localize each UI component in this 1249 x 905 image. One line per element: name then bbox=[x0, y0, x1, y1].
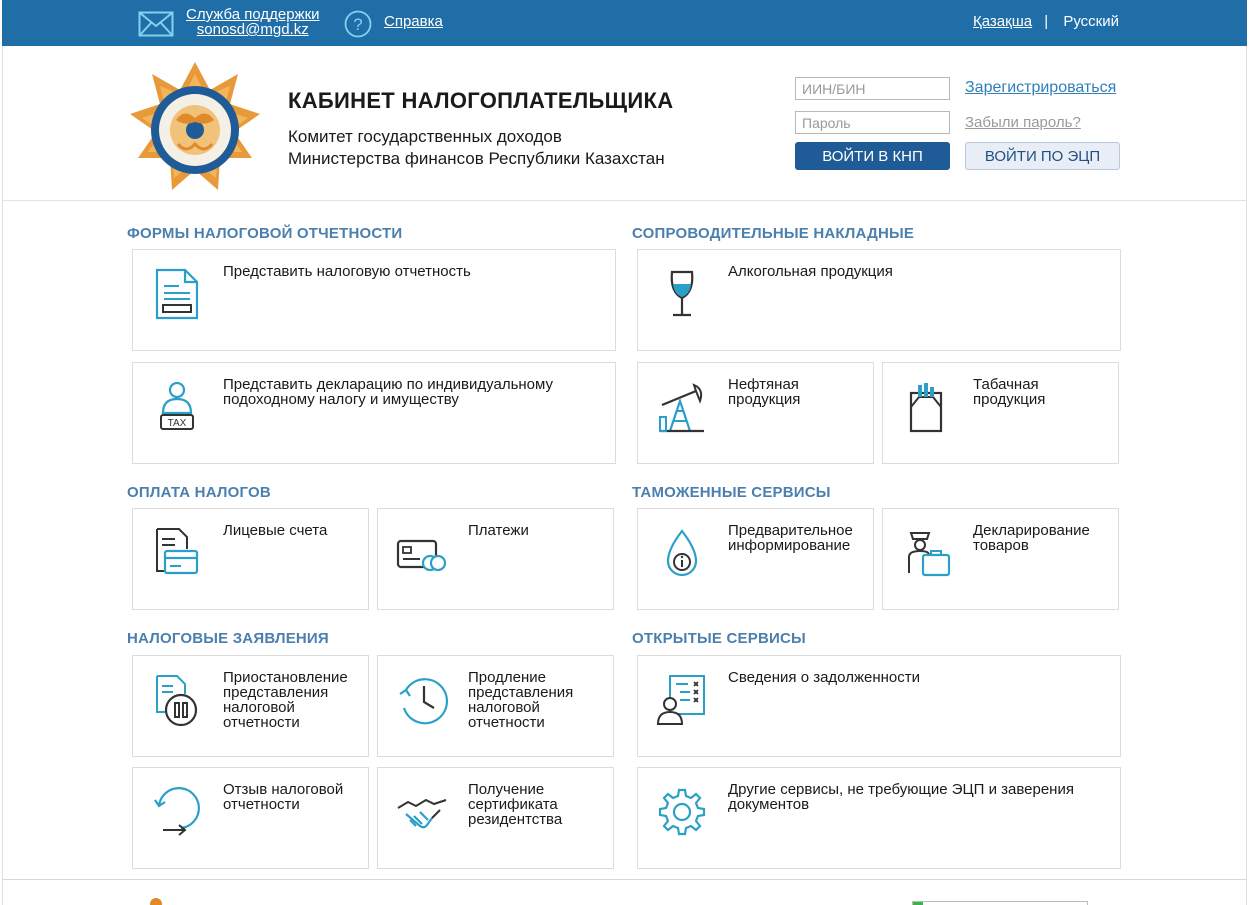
customs-officer-suitcase-icon bbox=[908, 532, 951, 577]
card-label: Алкогольная продукция bbox=[728, 263, 893, 280]
lang-russian-current[interactable]: Русский bbox=[1063, 13, 1119, 30]
subtitle-committee: Комитет государственных доходов bbox=[288, 127, 562, 146]
frame-border-left bbox=[2, 46, 3, 905]
card-label: Представить налоговую отчетность bbox=[223, 263, 471, 280]
card-suspension[interactable]: Приостановление представления налоговой … bbox=[132, 655, 369, 757]
card-label: Лицевые счета bbox=[223, 522, 328, 539]
section-title-tax-applications: НАЛОГОВЫЕ ЗАЯВЛЕНИЯ bbox=[127, 630, 329, 647]
card-payments[interactable]: Платежи bbox=[377, 508, 614, 610]
footer-logo-fragment bbox=[150, 898, 162, 905]
account-card-icon bbox=[156, 528, 199, 575]
card-personal-accounts[interactable]: Лицевые счета bbox=[132, 508, 369, 610]
card-submit-tax-report[interactable]: Представить налоговую отчетность bbox=[132, 249, 616, 351]
cigarette-pack-icon bbox=[909, 383, 943, 433]
frame-border-right bbox=[1246, 46, 1247, 905]
help-link[interactable]: Справка bbox=[384, 13, 443, 30]
register-link[interactable]: Зарегистрироваться bbox=[965, 79, 1116, 97]
card-label: Декларирование товаров bbox=[973, 522, 1090, 554]
card-extension[interactable]: Продление представления налоговой отчетн… bbox=[377, 655, 614, 757]
clock-history-icon bbox=[399, 678, 448, 725]
lang-kazakh-link[interactable]: Қазақша bbox=[973, 13, 1032, 30]
card-submit-income-declaration[interactable]: TAX Представить декларацию по индивидуал… bbox=[132, 362, 616, 464]
support-link[interactable]: Служба поддержки sonosd@mgd.kz bbox=[186, 7, 320, 37]
tax-person-icon: TAX bbox=[160, 381, 194, 430]
debt-checklist-person-icon bbox=[656, 675, 705, 725]
footer-divider bbox=[2, 879, 1247, 880]
mail-icon[interactable] bbox=[138, 11, 174, 37]
gear-icon bbox=[658, 788, 706, 836]
section-title-tax-reports: ФОРМЫ НАЛОГОВОЙ ОТЧЕТНОСТИ bbox=[127, 225, 403, 242]
card-label: Сведения о задолженности bbox=[728, 669, 920, 686]
card-goods-declaration[interactable]: Декларирование товаров bbox=[882, 508, 1119, 610]
site-title: КАБИНЕТ НАЛОГОПЛАТЕЛЬЩИКА bbox=[288, 88, 674, 113]
card-label: Предварительное информирование bbox=[728, 522, 853, 554]
card-debt-info[interactable]: Сведения о задолженности bbox=[637, 655, 1121, 757]
card-residency-certificate[interactable]: Получение сертификата резидентства bbox=[377, 767, 614, 869]
card-oil-products[interactable]: Нефтяная продукция bbox=[637, 362, 874, 464]
card-tobacco-products[interactable]: Табачная продукция bbox=[882, 362, 1119, 464]
login-knp-button[interactable]: ВОЙТИ В КНП bbox=[795, 142, 950, 170]
subtitle-ministry: Министерства финансов Республики Казахст… bbox=[288, 149, 665, 168]
card-label: Другие сервисы, не требующие ЭЦП и завер… bbox=[728, 781, 1074, 813]
card-label: Приостановление представления налоговой … bbox=[223, 669, 348, 731]
card-pre-information[interactable]: Предварительное информирование bbox=[637, 508, 874, 610]
footer-counter-fragment bbox=[912, 901, 1088, 905]
card-label: Получение сертификата резидентства bbox=[468, 781, 563, 828]
wine-glass-icon bbox=[670, 270, 694, 317]
section-title-tax-payment: ОПЛАТА НАЛОГОВ bbox=[127, 484, 271, 501]
login-ecp-button[interactable]: ВОЙТИ ПО ЭЦП bbox=[965, 142, 1120, 170]
card-label: Продление представления налоговой отчетн… bbox=[468, 669, 574, 731]
info-drop-icon bbox=[666, 529, 698, 577]
svg-text:?: ? bbox=[353, 15, 362, 34]
payment-card-coins-icon bbox=[396, 539, 447, 572]
support-email[interactable]: sonosd@mgd.kz bbox=[186, 22, 320, 37]
card-other-services[interactable]: Другие сервисы, не требующие ЭЦП и завер… bbox=[637, 767, 1121, 869]
kgd-emblem-logo bbox=[130, 62, 260, 190]
support-label[interactable]: Служба поддержки bbox=[186, 7, 320, 22]
oil-pump-icon bbox=[659, 383, 704, 433]
header-divider bbox=[2, 200, 1247, 201]
language-switcher: Қазақша | Русский bbox=[973, 13, 1119, 30]
section-title-customs: ТАМОЖЕННЫЕ СЕРВИСЫ bbox=[632, 484, 831, 501]
forgot-password-link[interactable]: Забыли пароль? bbox=[965, 114, 1081, 131]
site-subtitle: Комитет государственных доходов Министер… bbox=[288, 126, 665, 170]
section-title-open-services: ОТКРЫТЫЕ СЕРВИСЫ bbox=[632, 630, 806, 647]
card-label: Платежи bbox=[468, 522, 529, 539]
tax-report-document-icon bbox=[155, 268, 199, 320]
return-arrow-icon bbox=[154, 787, 200, 836]
svg-text:TAX: TAX bbox=[168, 418, 187, 429]
card-label: Табачная продукция bbox=[973, 376, 1046, 408]
card-alcohol-products[interactable]: Алкогольная продукция bbox=[637, 249, 1121, 351]
iin-bin-input[interactable] bbox=[795, 77, 950, 100]
section-title-waybills: СОПРОВОДИТЕЛЬНЫЕ НАКЛАДНЫЕ bbox=[632, 225, 915, 242]
card-label: Отзыв налоговой отчетности bbox=[223, 781, 344, 813]
handshake-icon bbox=[397, 798, 447, 829]
card-label: Нефтяная продукция bbox=[728, 376, 801, 408]
password-input[interactable] bbox=[795, 111, 950, 134]
lang-separator: | bbox=[1044, 13, 1049, 30]
top-bar: Служба поддержки sonosd@mgd.kz ? Справка… bbox=[2, 0, 1247, 46]
help-icon[interactable]: ? bbox=[344, 10, 372, 38]
card-label: Представить декларацию по индивидуальном… bbox=[223, 376, 553, 408]
pause-document-icon bbox=[156, 675, 198, 727]
card-withdrawal[interactable]: Отзыв налоговой отчетности bbox=[132, 767, 369, 869]
